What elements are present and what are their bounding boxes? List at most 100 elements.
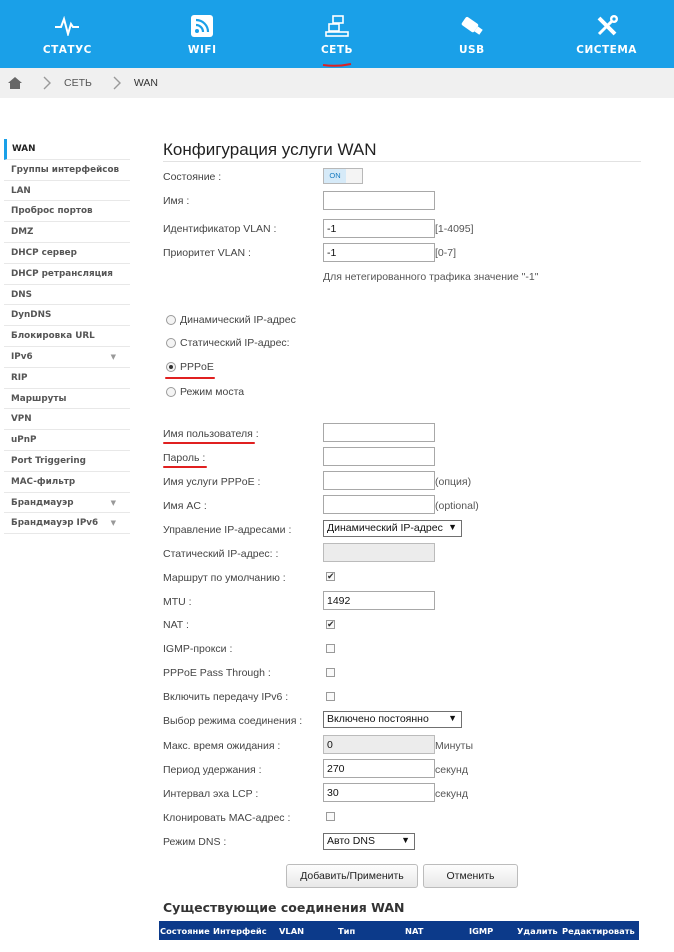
nav-usb[interactable]: USB [404,0,539,68]
pppoe-passthrough-checkbox[interactable] [326,668,335,677]
annotation-underline [163,466,207,468]
sidebar: WAN Группы интерфейсов LAN Проброс порто… [4,139,130,535]
default-route-label: Маршрут по умолчанию : [163,572,286,584]
vlan-id-input[interactable] [323,219,435,238]
sidebar-item-label: Брандмауэр IPv6 [11,518,99,529]
state-toggle[interactable]: ON [323,168,363,184]
chevron-down-icon: ▼ [110,498,116,507]
default-route-checkbox[interactable]: ✔ [326,572,335,581]
ip-management-label: Управление IP-адресами : [163,524,292,536]
ipv6-enable-label: Включить передачу IPv6 : [163,691,289,703]
nav-system[interactable]: СИСТЕМА [539,0,674,68]
sidebar-item-label: RIP [11,372,28,383]
dropdown-arrow-icon: ▼ [401,835,410,845]
ac-name-input[interactable] [323,495,435,514]
dns-mode-select[interactable]: Авто DNS ▼ [323,833,415,850]
mtu-input[interactable] [323,591,435,610]
sidebar-item-firewall-ipv6[interactable]: Брандмауэр IPv6 ▼ [4,513,130,535]
static-ip-label: Статический IP-адрес: : [163,548,279,560]
nav-wifi-label: WIFI [187,44,217,56]
radio-button[interactable] [166,387,176,397]
annotation-underline [163,442,255,444]
vlan-id-label: Идентификатор VLAN : [163,223,277,235]
service-name-label: Имя услуги PPPoE : [163,476,261,488]
sidebar-item-mac-filter[interactable]: MAC-фильтр [4,472,130,493]
vlan-priority-range: [0-7] [435,247,457,259]
ip-management-select[interactable]: Динамический IP-адрес ▼ [323,520,462,537]
column-header: Состояние [160,926,210,936]
radio-button[interactable] [166,338,176,348]
ipv6-enable-checkbox[interactable] [326,692,335,701]
sidebar-item-label: MAC-фильтр [11,476,76,487]
sidebar-item-port-forwarding[interactable]: Проброс портов [4,201,130,223]
sidebar-item-label: DHCP сервер [11,247,77,258]
ac-name-label: Имя AC : [163,500,207,512]
nav-wifi[interactable]: WIFI [135,0,270,68]
sidebar-item-label: WAN [12,144,36,154]
name-input[interactable] [323,191,435,210]
sidebar-item-dhcp-relay[interactable]: DHCP ретрансляция [4,264,130,285]
lcp-interval-unit: секунд [435,788,468,800]
username-input[interactable] [323,423,435,442]
hold-period-label: Период удержания : [163,764,262,776]
idle-time-input [323,735,435,754]
dropdown-arrow-icon: ▼ [448,522,457,532]
idle-time-label: Макс. время ожидания : [163,740,281,752]
lcp-interval-input[interactable] [323,783,435,802]
sidebar-item-label: DHCP ретрансляция [11,268,113,279]
sidebar-item-port-triggering[interactable]: Port Triggering [4,451,130,472]
connection-mode-select[interactable]: Включено постоянно ▼ [323,711,462,728]
service-name-input[interactable] [323,471,435,490]
cancel-button[interactable]: Отменить [423,864,518,888]
nav-status[interactable]: СТАТУС [0,0,135,68]
column-header: Редактировать [562,926,635,936]
column-header: VLAN [279,926,305,936]
clone-mac-checkbox[interactable] [326,812,335,821]
radio-button[interactable] [166,362,176,372]
sidebar-item-rip[interactable]: RIP [4,368,130,389]
name-label: Имя : [163,195,190,207]
nav-network[interactable]: СЕТЬ [270,0,405,68]
apply-button[interactable]: Добавить/Применить [286,864,418,888]
pulse-icon [55,14,80,38]
nat-label: NAT : [163,619,189,631]
sidebar-item-dhcp-server[interactable]: DHCP сервер [4,243,130,264]
breadcrumb-current: WAN [133,77,158,89]
pppoe-passthrough-label: PPPoE Pass Through : [163,667,271,679]
hold-period-input[interactable] [323,759,435,778]
column-header: NAT [405,926,424,936]
sidebar-item-ipv6[interactable]: IPv6 ▼ [4,347,130,368]
sidebar-item-interface-groups[interactable]: Группы интерфейсов [4,160,130,181]
radio-static-ip[interactable]: Статический IP-адрес: [166,337,290,349]
password-input[interactable] [323,447,435,466]
vlan-priority-input[interactable] [323,243,435,262]
sidebar-item-lan[interactable]: LAN [4,181,130,202]
sidebar-item-dmz[interactable]: DMZ [4,222,130,243]
vlan-note: Для нетегированного трафика значение "-1… [323,271,539,283]
breadcrumb-network[interactable]: СЕТЬ [64,77,92,89]
hold-period-unit: секунд [435,764,468,776]
sidebar-item-firewall[interactable]: Брандмауэр ▼ [4,493,130,514]
sidebar-item-dyndns[interactable]: DynDNS [4,305,130,327]
nat-checkbox[interactable]: ✔ [326,620,335,629]
radio-button[interactable] [166,315,176,325]
password-label: Пароль : [163,452,206,464]
sidebar-item-upnp[interactable]: uPnP [4,430,130,451]
vlan-id-range: [1-4095] [435,223,474,235]
lcp-interval-label: Интервал эха LCP : [163,788,259,800]
radio-bridge[interactable]: Режим моста [166,386,244,398]
radio-pppoe[interactable]: PPPoE [166,361,214,373]
sidebar-item-routes[interactable]: Маршруты [4,389,130,410]
sidebar-item-vpn[interactable]: VPN [4,409,130,431]
sidebar-item-label: Маршруты [11,393,67,404]
sidebar-item-label: Port Triggering [11,455,86,466]
home-icon[interactable] [8,77,22,89]
radio-dynamic-ip[interactable]: Динамический IP-адрес [166,314,296,326]
sidebar-item-url-block[interactable]: Блокировка URL [4,326,130,347]
column-header: Тип [338,926,356,936]
sidebar-item-wan[interactable]: WAN [4,139,130,160]
sidebar-item-label: Проброс портов [11,206,93,217]
select-value: Авто DNS [327,835,375,847]
igmp-proxy-checkbox[interactable] [326,644,335,653]
sidebar-item-dns[interactable]: DNS [4,285,130,306]
